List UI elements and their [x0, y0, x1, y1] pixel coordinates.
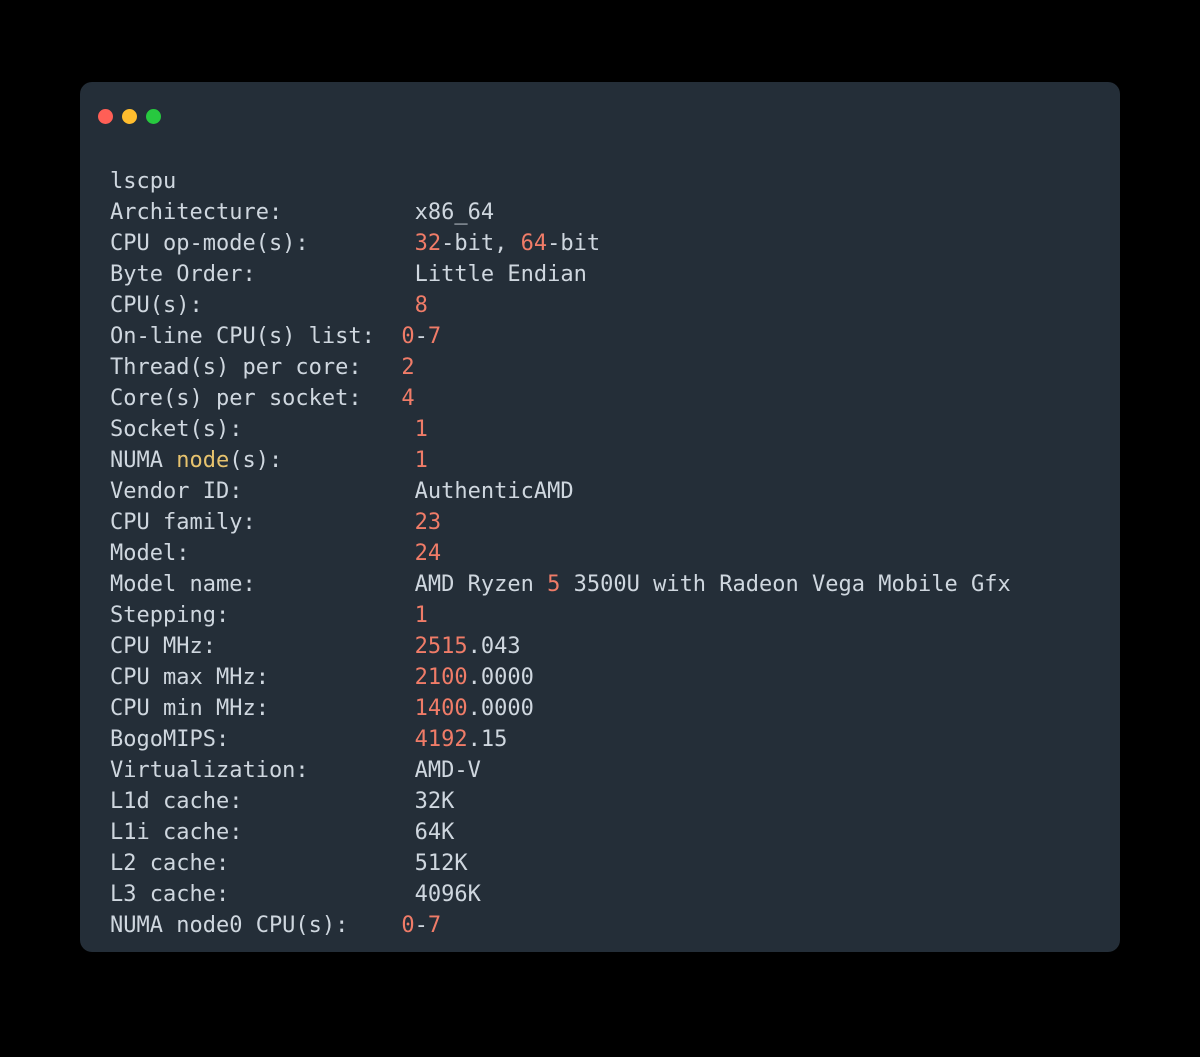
close-icon[interactable] [98, 109, 113, 124]
label-bogomips: BogoMIPS: [110, 727, 229, 752]
terminal-output: lscpu Architecture: x86_64 CPU op-mode(s… [80, 136, 1120, 952]
value-online-cpus-a: 0 [401, 324, 414, 349]
value-stepping: 1 [415, 603, 428, 628]
label-numa-node0: NUMA node0 CPU(s): [110, 913, 348, 938]
label-threads-per-core: Thread(s) per core: [110, 355, 362, 380]
value-numa-nodes: 1 [415, 448, 428, 473]
value-cpu-mhz: 2515 [415, 634, 468, 659]
value-bogomips: 4192 [415, 727, 468, 752]
value-architecture: x86_64 [415, 200, 494, 225]
value-op-mode-32: 32 [415, 231, 442, 256]
value-cpu-max-mhz: 2100 [415, 665, 468, 690]
label-model-name: Model name: [110, 572, 256, 597]
value-threads-per-core: 2 [401, 355, 414, 380]
label-byte-order: Byte Order: [110, 262, 256, 287]
label-virtualization: Virtualization: [110, 758, 309, 783]
value-model-name-a: AMD Ryzen [415, 572, 547, 597]
terminal-window: lscpu Architecture: x86_64 CPU op-mode(s… [80, 82, 1120, 952]
label-l2-cache: L2 cache: [110, 851, 229, 876]
value-numa-node0-a: 0 [401, 913, 414, 938]
value-vendor-id: AuthenticAMD [415, 479, 574, 504]
label-stepping: Stepping: [110, 603, 229, 628]
window-titlebar [80, 82, 1120, 136]
label-cpu-min-mhz: CPU min MHz: [110, 696, 269, 721]
keyword-node: node [176, 448, 229, 473]
label-architecture: Architecture: [110, 200, 282, 225]
label-cores-per-socket: Core(s) per socket: [110, 386, 362, 411]
label-numa-nodes-prefix: NUMA [110, 448, 176, 473]
value-virtualization: AMD-V [415, 758, 481, 783]
value-l1i-cache: 64K [415, 820, 455, 845]
label-l3-cache: L3 cache: [110, 882, 229, 907]
label-vendor-id: Vendor ID: [110, 479, 242, 504]
command-line: lscpu [110, 169, 176, 194]
zoom-icon[interactable] [146, 109, 161, 124]
value-op-mode-64: 64 [521, 231, 548, 256]
label-model: Model: [110, 541, 189, 566]
label-l1d-cache: L1d cache: [110, 789, 242, 814]
value-byte-order: Little Endian [415, 262, 587, 287]
value-cpu-min-mhz: 1400 [415, 696, 468, 721]
value-cpus: 8 [415, 293, 428, 318]
value-sockets: 1 [415, 417, 428, 442]
label-sockets: Socket(s): [110, 417, 242, 442]
label-online-cpus: On-line CPU(s) list: [110, 324, 375, 349]
value-numa-node0-b: 7 [428, 913, 441, 938]
label-cpu-family: CPU family: [110, 510, 256, 535]
label-cpus: CPU(s): [110, 293, 203, 318]
label-l1i-cache: L1i cache: [110, 820, 242, 845]
value-cores-per-socket: 4 [401, 386, 414, 411]
minimize-icon[interactable] [122, 109, 137, 124]
value-model: 24 [415, 541, 442, 566]
value-l1d-cache: 32K [415, 789, 455, 814]
label-cpu-max-mhz: CPU max MHz: [110, 665, 269, 690]
value-l3-cache: 4096K [415, 882, 481, 907]
value-online-cpus-b: 7 [428, 324, 441, 349]
value-l2-cache: 512K [415, 851, 468, 876]
label-cpu-mhz: CPU MHz: [110, 634, 216, 659]
value-cpu-family: 23 [415, 510, 442, 535]
label-cpu-op-modes: CPU op-mode(s): [110, 231, 309, 256]
